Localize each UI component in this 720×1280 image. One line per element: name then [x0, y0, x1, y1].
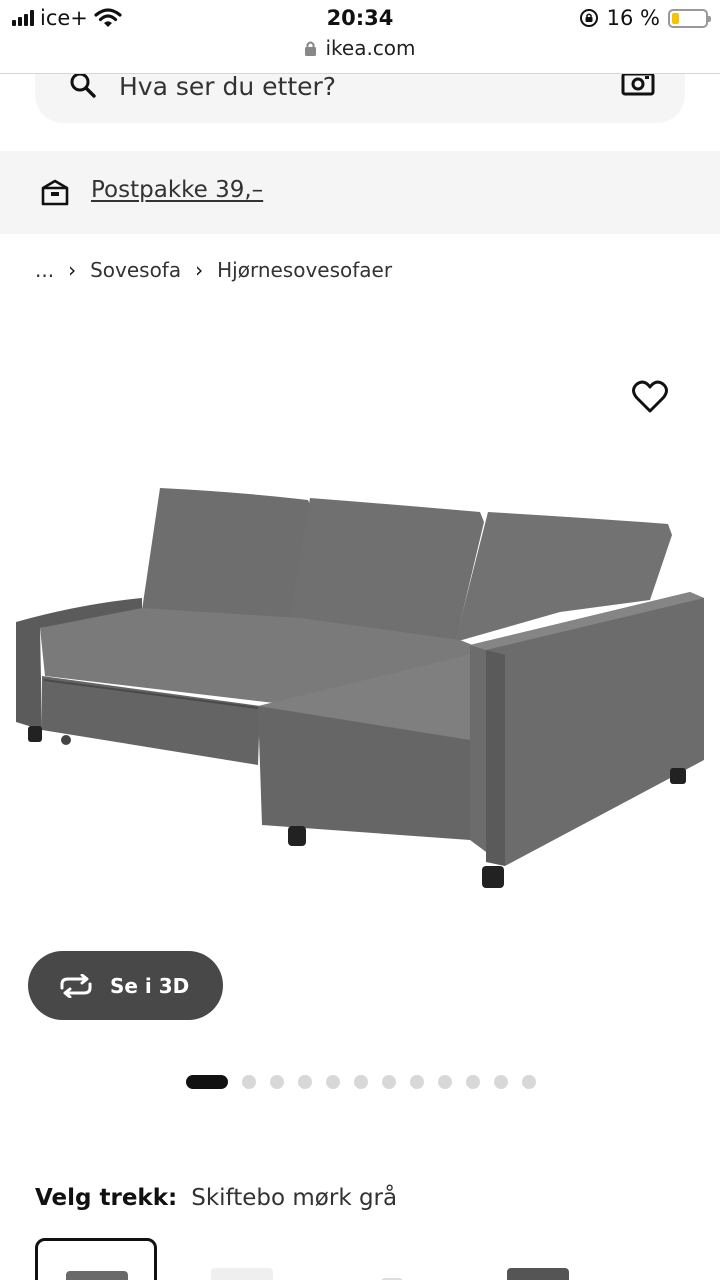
variant-selector-label: Velg trekk: Skiftebo mørk grå: [35, 1185, 397, 1211]
variant-swatches: [35, 1238, 601, 1280]
url-text: ikea.com: [325, 36, 416, 60]
rotate-3d-icon: [60, 973, 92, 998]
breadcrumb-ellipsis[interactable]: ...: [35, 258, 54, 282]
battery-icon: [668, 8, 711, 28]
carousel-dots: [186, 1075, 536, 1089]
back-cushion-left: [142, 488, 312, 620]
status-bar: ice+ 20:34 ikea.com 16 %: [0, 0, 720, 74]
breadcrumb-item-hjornesovesofaer[interactable]: Hjørnesovesofaer: [217, 258, 392, 282]
carousel-dot[interactable]: [494, 1075, 508, 1089]
variant-swatch-selected[interactable]: [35, 1238, 157, 1280]
search-icon[interactable]: [69, 74, 97, 98]
chevron-right-icon: ›: [195, 258, 204, 282]
chevron-right-icon: ›: [68, 258, 77, 282]
carousel-dot[interactable]: [410, 1075, 424, 1089]
carousel-dot[interactable]: [522, 1075, 536, 1089]
carousel-dot[interactable]: [326, 1075, 340, 1089]
carousel-dot[interactable]: [186, 1075, 228, 1089]
truck-icon: [41, 179, 69, 206]
address-bar[interactable]: ikea.com: [0, 36, 720, 60]
delivery-link[interactable]: Postpakke 39,–: [91, 177, 263, 203]
status-right: 16 %: [579, 6, 711, 30]
back-cushion-middle: [290, 498, 484, 640]
variant-swatch[interactable]: [183, 1238, 305, 1280]
carousel-dot[interactable]: [466, 1075, 480, 1089]
delivery-banner: Postpakke 39,–: [0, 151, 720, 234]
product-image[interactable]: [0, 370, 720, 910]
view-3d-button[interactable]: Se i 3D: [28, 951, 223, 1020]
carousel-dot[interactable]: [438, 1075, 452, 1089]
lock-icon: [305, 41, 317, 56]
carousel-dot[interactable]: [270, 1075, 284, 1089]
view-3d-label: Se i 3D: [110, 973, 190, 998]
variant-value: Skiftebo mørk grå: [191, 1185, 398, 1211]
carousel-dot[interactable]: [298, 1075, 312, 1089]
variant-swatch[interactable]: [479, 1238, 601, 1280]
variant-label: Velg trekk:: [35, 1185, 178, 1211]
breadcrumb: ... › Sovesofa › Hjørnesovesofaer: [35, 258, 392, 282]
breadcrumb-item-sovesofa[interactable]: Sovesofa: [90, 258, 181, 282]
rotation-lock-icon: [579, 9, 598, 27]
carousel-dot[interactable]: [382, 1075, 396, 1089]
variant-swatch[interactable]: [331, 1238, 453, 1280]
search-input[interactable]: [119, 74, 599, 98]
carousel-dot[interactable]: [242, 1075, 256, 1089]
heart-icon[interactable]: [632, 380, 668, 414]
carousel-dot[interactable]: [354, 1075, 368, 1089]
battery-percent: 16 %: [606, 6, 660, 30]
camera-icon[interactable]: [621, 74, 655, 96]
search-bar[interactable]: [35, 74, 685, 123]
